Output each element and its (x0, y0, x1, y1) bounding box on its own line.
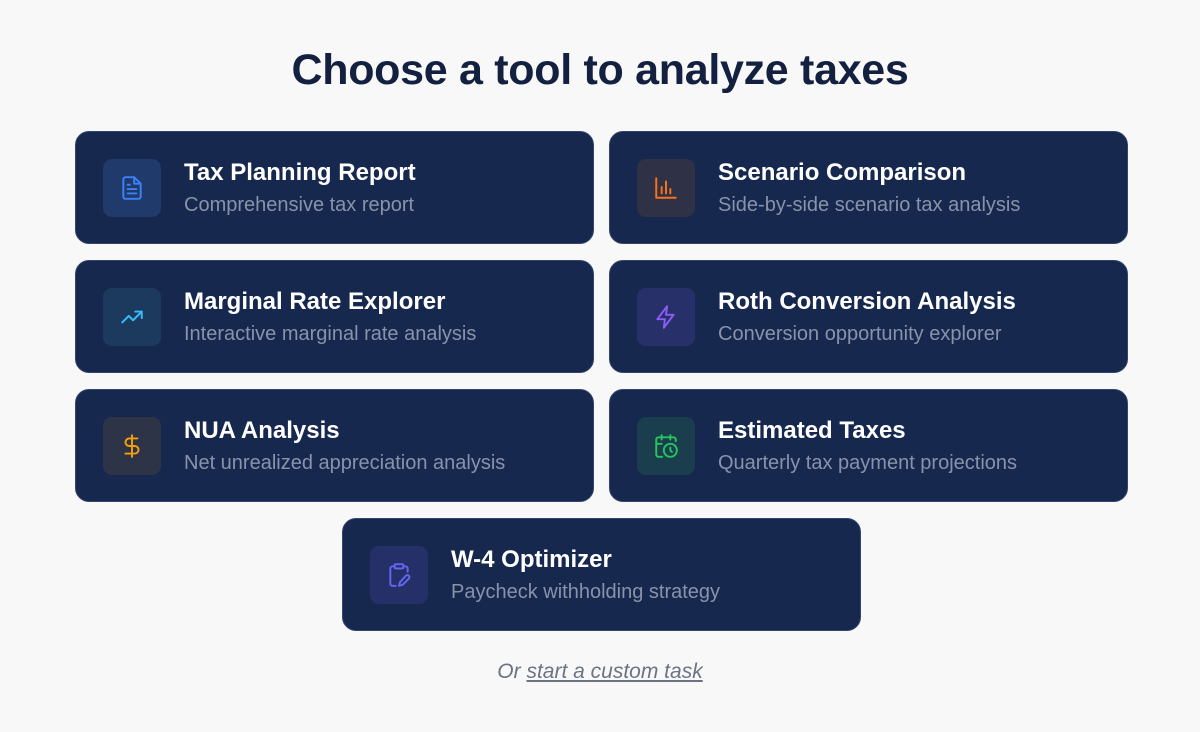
custom-task-prompt: Or start a custom task (0, 660, 1200, 684)
calendar-clock-icon (655, 433, 678, 458)
bar-chart-icon (655, 176, 677, 199)
tool-description: Net unrealized appreciation analysis (184, 451, 506, 474)
tool-card-estimated-taxes[interactable]: Estimated Taxes Quarterly tax payment pr… (609, 389, 1128, 502)
tool-grid: Tax Planning Report Comprehensive tax re… (75, 131, 1128, 502)
icon-tile (637, 158, 695, 217)
tool-title: Marginal Rate Explorer (184, 287, 446, 315)
tool-title: Scenario Comparison (718, 158, 967, 186)
icon-tile (370, 545, 428, 604)
tool-card-marginal-rate-explorer[interactable]: Marginal Rate Explorer Interactive margi… (75, 260, 594, 373)
tool-card-roth-conversion-analysis[interactable]: Roth Conversion Analysis Conversion oppo… (609, 260, 1128, 373)
tool-description: Side-by-side scenario tax analysis (718, 193, 1021, 216)
tool-title: Tax Planning Report (184, 158, 416, 186)
tool-title: Roth Conversion Analysis (718, 287, 1016, 315)
tool-description: Interactive marginal rate analysis (184, 322, 477, 345)
page-title: Choose a tool to analyze taxes (291, 46, 909, 94)
tool-card-tax-planning-report[interactable]: Tax Planning Report Comprehensive tax re… (75, 131, 594, 244)
tool-description: Paycheck withholding strategy (451, 580, 721, 603)
tool-description: Quarterly tax payment projections (718, 451, 1018, 474)
dollar-icon (124, 433, 140, 458)
tool-card-nua-analysis[interactable]: NUA Analysis Net unrealized appreciation… (75, 389, 594, 502)
icon-tile (637, 287, 695, 346)
start-custom-task-link[interactable]: start a custom task (526, 660, 702, 683)
tool-title: W-4 Optimizer (451, 545, 612, 573)
tool-description: Comprehensive tax report (184, 193, 415, 216)
icon-tile (103, 158, 161, 217)
trending-up-icon (121, 310, 143, 323)
icon-tile (103, 287, 161, 346)
document-icon (122, 175, 142, 200)
tool-card-scenario-comparison[interactable]: Scenario Comparison Side-by-side scenari… (609, 131, 1128, 244)
tool-description: Conversion opportunity explorer (718, 322, 1002, 345)
tool-title: Estimated Taxes (718, 416, 906, 444)
lightning-icon (656, 304, 675, 329)
icon-tile (103, 416, 161, 475)
footer-prefix: Or (497, 660, 527, 683)
clipboard-pen-icon (389, 562, 411, 587)
icon-tile (637, 416, 695, 475)
tool-title: NUA Analysis (184, 416, 340, 444)
tool-card-w4-optimizer[interactable]: W-4 Optimizer Paycheck withholding strat… (342, 518, 861, 631)
